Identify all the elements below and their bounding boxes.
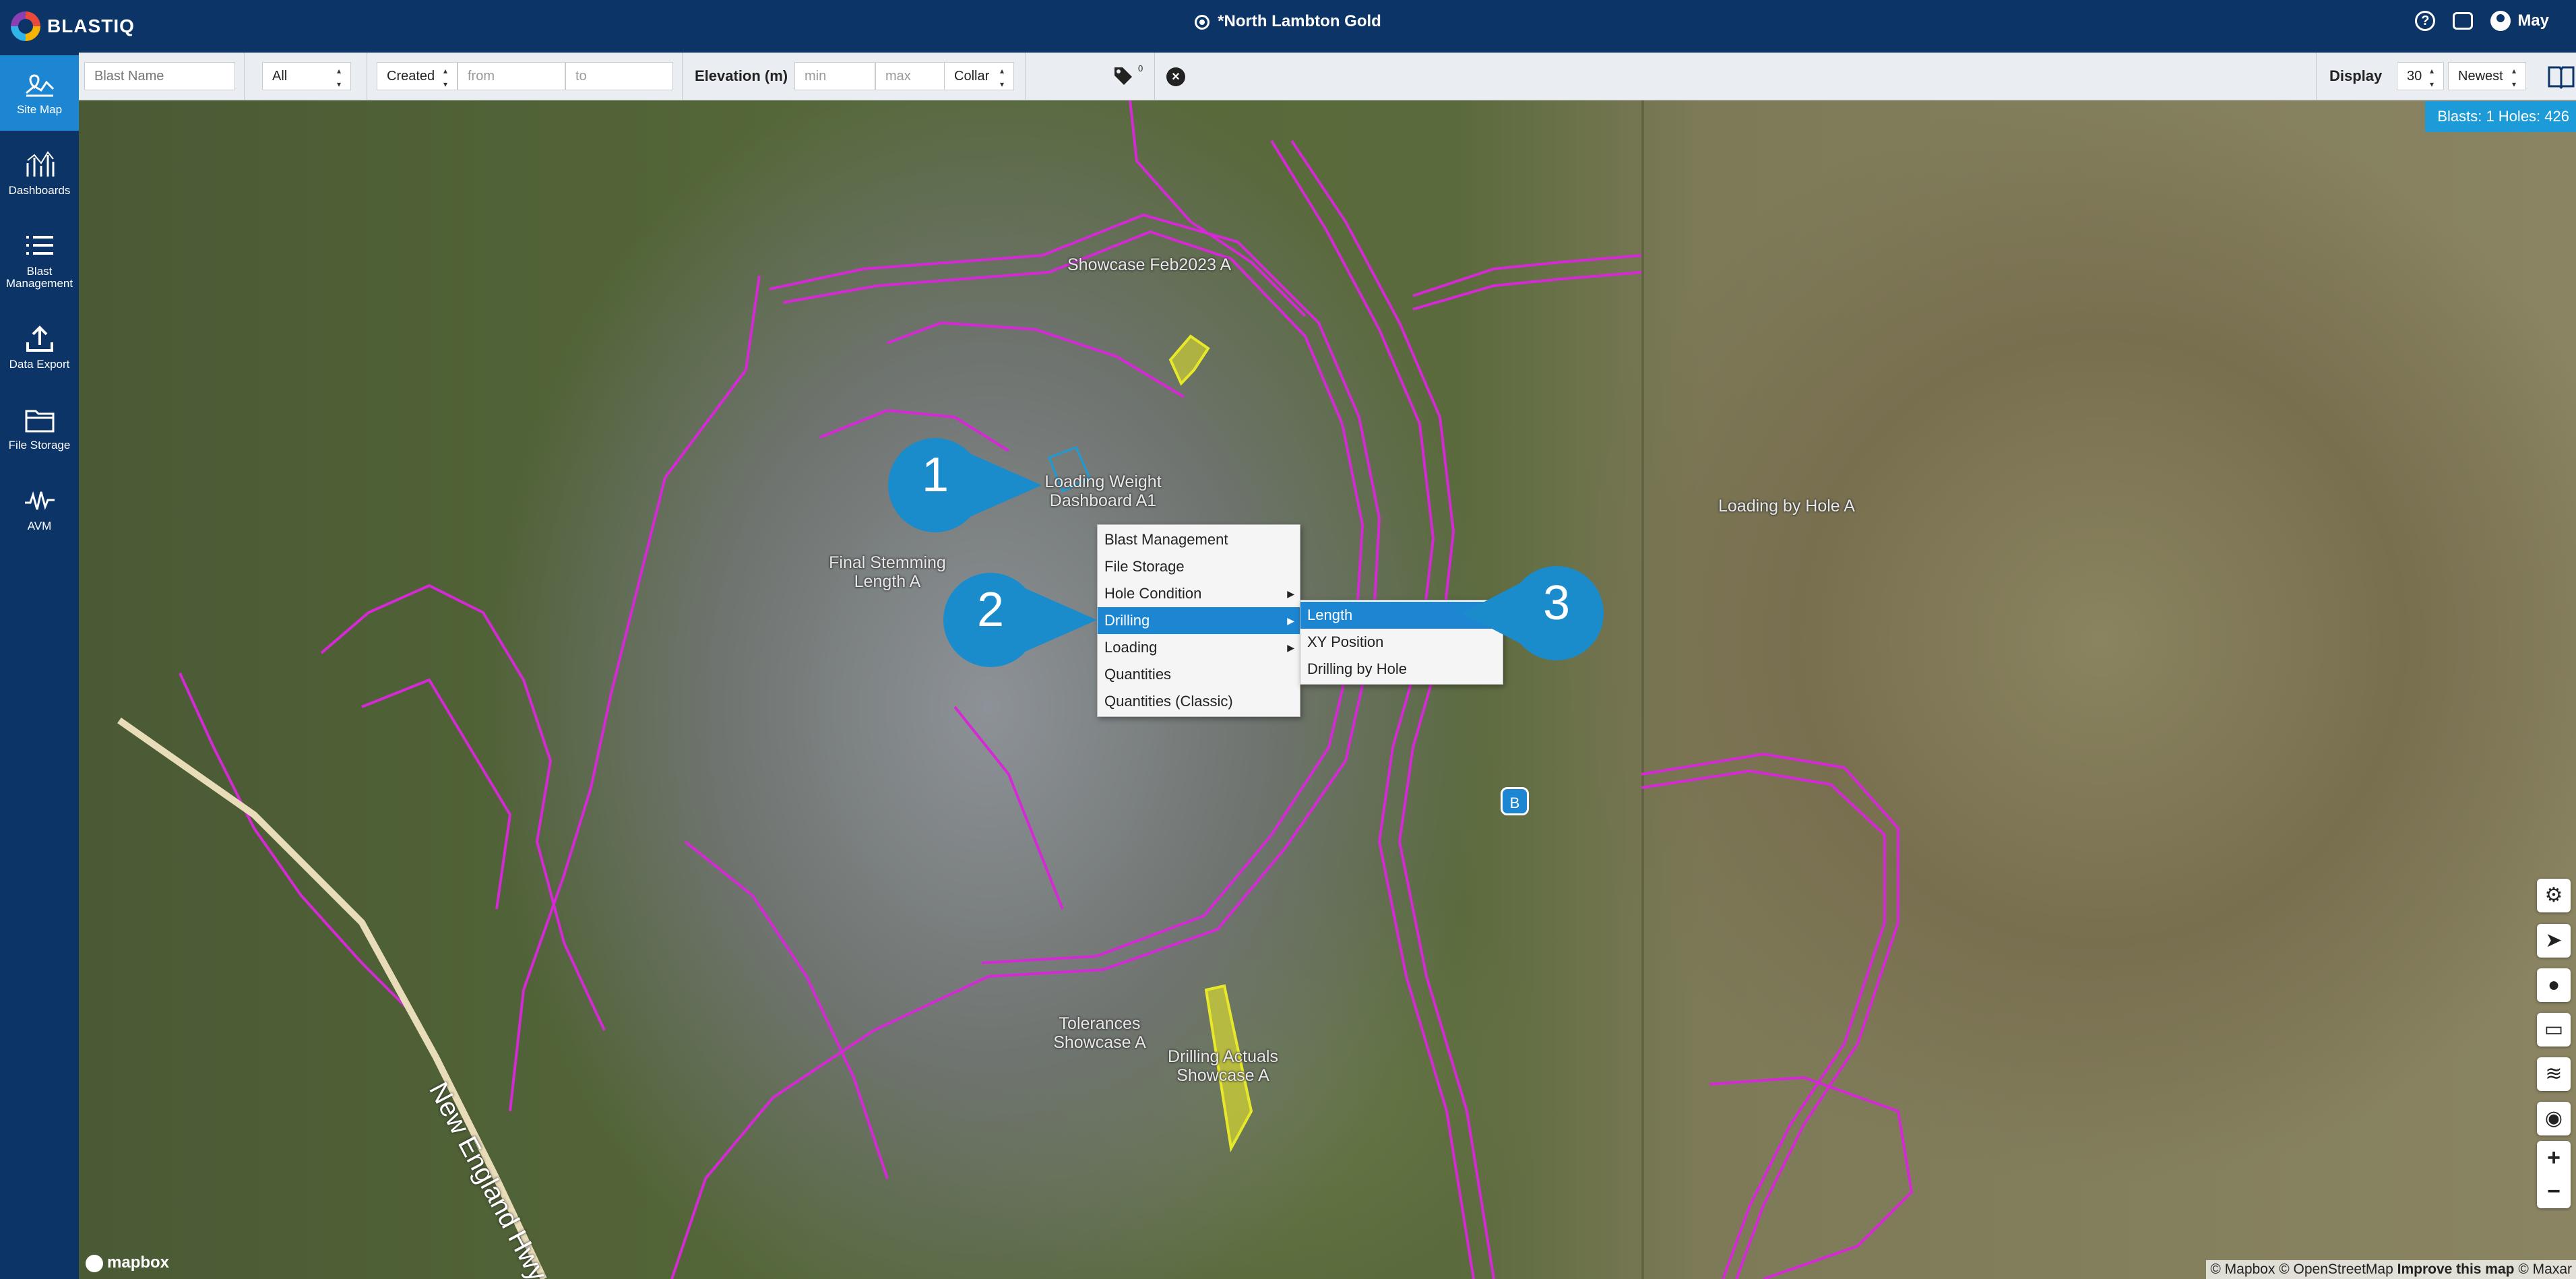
- sidebar-item-dashboards[interactable]: Dashboards: [0, 136, 79, 212]
- callout-2: 2: [943, 573, 1098, 667]
- date-type-select[interactable]: Created: [377, 62, 458, 91]
- sidebar-label: Site Map: [16, 103, 63, 116]
- callout-1: 1: [888, 438, 1043, 532]
- top-header: BLASTIQ *North Lambton Gold ? May: [0, 0, 2576, 53]
- menu-item-label: Hole Condition: [1104, 585, 1202, 602]
- sidebar-label: Blast Management: [5, 265, 73, 290]
- sidebar: Site Map Dashboards Blast Management Dat…: [0, 53, 79, 1279]
- user-avatar-icon: [2490, 11, 2511, 31]
- menu-item-label: Quantities: [1104, 666, 1172, 683]
- submenu-arrow-icon: ▶: [1287, 642, 1294, 653]
- avm-icon: [24, 487, 56, 515]
- help-icon[interactable]: ?: [2415, 11, 2436, 31]
- status-select[interactable]: All: [262, 62, 351, 91]
- map-attribution: © Mapbox © OpenStreetMap Improve this ma…: [2206, 1260, 2576, 1279]
- tag-icon[interactable]: [1113, 66, 1133, 86]
- map-label[interactable]: Showcase Feb2023 A: [1067, 255, 1231, 274]
- sidebar-label: Dashboards: [8, 184, 71, 197]
- divider: [1154, 53, 1155, 100]
- menu-item-loading[interactable]: Loading ▶: [1098, 634, 1300, 661]
- filter-bar: All Created from to Elevation (m) min ma…: [79, 53, 2576, 100]
- sidebar-item-data-export[interactable]: Data Export: [0, 310, 79, 385]
- feedback-icon[interactable]: [2453, 12, 2474, 30]
- context-menu: Blast Management File Storage Hole Condi…: [1097, 524, 1300, 717]
- submenu-arrow-icon: ▶: [1287, 588, 1294, 599]
- menu-item-file-storage[interactable]: File Storage: [1098, 553, 1300, 580]
- submenu-arrow-icon: ▶: [1287, 615, 1294, 626]
- callout-number: 2: [976, 583, 1005, 637]
- menu-item-label: Loading: [1104, 639, 1158, 656]
- date-to-input[interactable]: to: [565, 62, 673, 90]
- location-target-icon: [1195, 14, 1210, 30]
- ruler-icon[interactable]: ▭: [2537, 1013, 2571, 1047]
- clear-filters-icon[interactable]: ×: [1166, 67, 1185, 86]
- compass-icon[interactable]: ➤: [2537, 924, 2571, 958]
- sidebar-item-avm[interactable]: AVM: [0, 472, 79, 547]
- zoom-in-button[interactable]: +: [2537, 1141, 2571, 1175]
- sidebar-item-blast-management[interactable]: Blast Management: [0, 217, 79, 305]
- zoom-out-button[interactable]: −: [2537, 1175, 2571, 1208]
- menu-item-blast-management[interactable]: Blast Management: [1098, 526, 1300, 553]
- mapbox-logo[interactable]: mapbox: [86, 1253, 169, 1272]
- user-menu[interactable]: May: [2490, 11, 2549, 31]
- attribution-text: © Mapbox © OpenStreetMap: [2210, 1261, 2393, 1277]
- site-map[interactable]: Showcase Feb2023 A Loading Weight Dashbo…: [79, 100, 2576, 1279]
- callout-3: 3: [1462, 566, 1624, 660]
- submenu-item-label: Drilling by Hole: [1307, 660, 1407, 677]
- sort-select[interactable]: Newest: [2448, 62, 2526, 91]
- map-label[interactable]: Drilling Actuals Showcase A: [1156, 1047, 1290, 1085]
- date-from-input[interactable]: from: [458, 62, 565, 90]
- data-export-icon: [24, 325, 56, 353]
- sidebar-label: Data Export: [9, 358, 70, 371]
- display-count-select[interactable]: 30: [2397, 62, 2444, 91]
- menu-item-label: File Storage: [1104, 558, 1185, 575]
- visibility-eye-icon[interactable]: ◉: [2537, 1102, 2571, 1135]
- tag-count: 0: [1138, 63, 1143, 73]
- divider: [244, 53, 245, 100]
- user-name: May: [2517, 11, 2549, 30]
- pin-icon[interactable]: ●: [2537, 968, 2571, 1002]
- map-label[interactable]: Final Stemming Length A: [820, 553, 955, 591]
- menu-item-hole-condition[interactable]: Hole Condition ▶: [1098, 580, 1300, 607]
- menu-item-quantities[interactable]: Quantities: [1098, 661, 1300, 688]
- sidebar-label: File Storage: [8, 439, 71, 451]
- sidebar-label: AVM: [27, 520, 52, 532]
- menu-item-label: Drilling: [1104, 612, 1150, 629]
- submenu-item-label: XY Position: [1307, 633, 1384, 650]
- improve-map-link[interactable]: Improve this map: [2397, 1261, 2515, 1277]
- site-title[interactable]: *North Lambton Gold: [0, 12, 2576, 31]
- submenu-item-label: Length: [1307, 606, 1353, 623]
- elevation-min-input[interactable]: min: [794, 62, 875, 90]
- book-icon[interactable]: [2546, 62, 2576, 90]
- site-title-text: *North Lambton Gold: [1218, 12, 1381, 30]
- menu-item-drilling[interactable]: Drilling ▶: [1098, 607, 1300, 634]
- map-label[interactable]: Loading by Hole A: [1718, 497, 1855, 516]
- site-map-icon: [24, 70, 56, 98]
- map-label[interactable]: Tolerances Showcase A: [1049, 1014, 1150, 1052]
- blasts-holes-count-badge: Blasts: 1 Holes: 426: [2425, 101, 2576, 132]
- elevation-label: Elevation (m): [695, 67, 788, 84]
- header-actions: ? May: [2415, 11, 2549, 31]
- callout-number: 1: [921, 448, 949, 502]
- menu-item-quantities-classic[interactable]: Quantities (Classic): [1098, 688, 1300, 715]
- layers-icon[interactable]: ≋: [2537, 1057, 2571, 1091]
- sidebar-item-file-storage[interactable]: File Storage: [0, 391, 79, 466]
- settings-icon[interactable]: ⚙: [2537, 879, 2571, 912]
- divider: [682, 53, 683, 100]
- divider: [2316, 53, 2317, 100]
- zoom-controls: + −: [2537, 1141, 2571, 1208]
- map-marker[interactable]: B: [1501, 787, 1529, 815]
- display-label: Display: [2329, 67, 2383, 84]
- callout-number: 3: [1542, 576, 1571, 630]
- file-storage-icon: [24, 406, 56, 434]
- dashboards-icon: [24, 151, 56, 179]
- divider: [1025, 53, 1026, 100]
- sidebar-item-site-map[interactable]: Site Map: [0, 55, 79, 131]
- blast-management-icon: [24, 232, 56, 260]
- menu-item-label: Blast Management: [1104, 531, 1228, 548]
- menu-item-label: Quantities (Classic): [1104, 693, 1233, 710]
- blast-name-input[interactable]: [84, 62, 235, 90]
- attribution-maxar: © Maxar: [2518, 1261, 2572, 1277]
- elevation-reference-select[interactable]: Collar: [944, 62, 1014, 91]
